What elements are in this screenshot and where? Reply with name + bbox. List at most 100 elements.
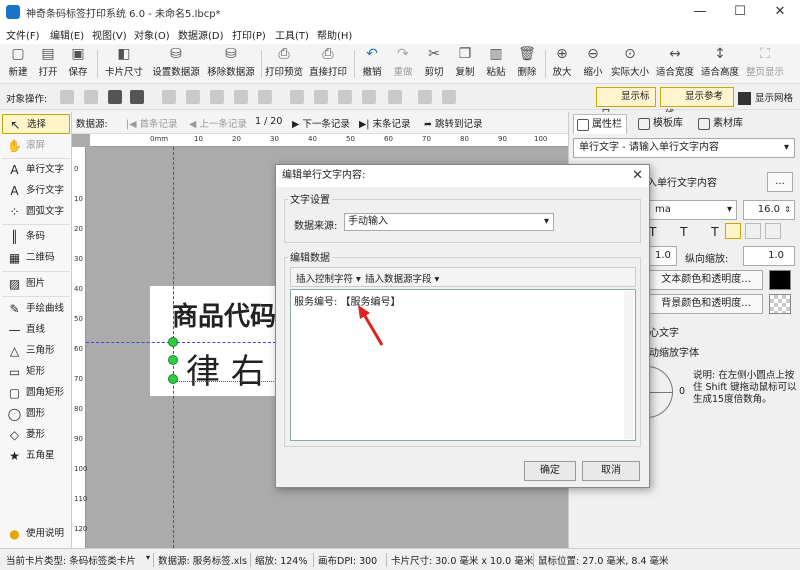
tool-line[interactable]: — 直线 (2, 320, 70, 340)
insert-control-char-button[interactable]: 插入控制字符 ▾ (296, 271, 361, 285)
layer-up-icon[interactable] (108, 90, 122, 104)
align-left-icon[interactable] (162, 90, 176, 104)
fit-height-button[interactable]: ↕ 适合高度 (699, 46, 741, 82)
menu-help[interactable]: 帮助(H) (317, 27, 352, 42)
minimize-button[interactable]: — (680, 0, 720, 24)
tool-triangle[interactable]: △ 三角形 (2, 341, 70, 361)
first-record-button[interactable]: |◀ 首条记录 (126, 116, 178, 130)
h-scale-input[interactable]: 1.0 (649, 246, 677, 266)
align-bottom-icon[interactable] (290, 90, 304, 104)
last-record-button[interactable]: ▶| 末条记录 (359, 116, 411, 130)
redo-button[interactable]: ↷ 重做 (389, 46, 417, 82)
paste-button[interactable]: ▥ 粘贴 (482, 46, 510, 82)
bg-color-swatch[interactable] (769, 294, 791, 314)
status-card-type[interactable]: 当前卡片类型: 条码标签类卡片 (6, 553, 136, 567)
font-size-input[interactable]: 16.0 ⇕ (743, 200, 795, 220)
tool-qrcode[interactable]: ▦ 二维码 (2, 248, 70, 268)
bring-front-icon[interactable] (60, 90, 74, 104)
dialog-close-button[interactable]: ✕ (632, 165, 643, 187)
direct-print-button[interactable]: ⎙ 直接打印 (307, 46, 349, 82)
text-color-swatch[interactable] (769, 270, 791, 290)
same-width-icon[interactable] (362, 90, 376, 104)
new-button[interactable]: ▢ 新建 (4, 46, 32, 82)
tool-rounded-rect[interactable]: ▢ 圆角矩形 (2, 383, 70, 403)
send-back-icon[interactable] (84, 90, 98, 104)
menu-file[interactable]: 文件(F) (6, 27, 40, 42)
guide-line-vertical[interactable] (173, 147, 174, 548)
text-style-icons[interactable]: T T T (649, 225, 729, 239)
actual-size-button[interactable]: ⊙ 实际大小 (609, 46, 651, 82)
tool-image[interactable]: ▨ 图片 (2, 274, 70, 294)
card-size-button[interactable]: ◧ 卡片尺寸 (101, 46, 147, 82)
tool-rectangle[interactable]: ▭ 矩形 (2, 362, 70, 382)
bg-color-button[interactable]: 背景颜色和透明度... (649, 294, 763, 314)
tool-circle[interactable]: ◯ 圆形 (2, 404, 70, 424)
hollow-text-checkbox[interactable]: 心文字 (649, 324, 679, 339)
tool-multi-line-text[interactable]: A 多行文字 (2, 181, 70, 201)
group-icon[interactable] (418, 90, 432, 104)
tool-pan[interactable]: ✋ 滚屏 (2, 136, 70, 156)
help-button[interactable]: ● 使用说明 (2, 524, 70, 544)
undo-button[interactable]: ↶ 撤销 (358, 46, 386, 82)
menu-view[interactable]: 视图(V) (92, 27, 127, 42)
same-height-icon[interactable] (388, 90, 402, 104)
remove-datasource-button[interactable]: ⛁ 移除数据源 (205, 46, 257, 82)
object-type-select[interactable]: 单行文字 - 请输入单行文字内容 ▾ (573, 138, 795, 158)
save-button[interactable]: ▣ 保存 (64, 46, 92, 82)
distribute-h-icon[interactable] (314, 90, 328, 104)
auto-scale-font-checkbox[interactable]: 动缩放字体 (649, 344, 699, 359)
content-textarea[interactable]: 服务编号: 【服务编号】 (290, 289, 636, 441)
copy-button[interactable]: ❐ 复制 (451, 46, 479, 82)
align-left-text-icon[interactable] (725, 223, 741, 239)
align-right-icon[interactable] (210, 90, 224, 104)
resize-handle-top[interactable] (168, 337, 178, 347)
align-middle-icon[interactable] (258, 90, 272, 104)
tool-single-line-text[interactable]: A 单行文字 (2, 160, 70, 180)
align-center-text-icon[interactable] (745, 223, 761, 239)
show-guides-toggle[interactable]: 显示参考线 (660, 87, 734, 120)
full-page-button[interactable]: ⛶ 整页显示 (744, 46, 786, 82)
resize-handle-middle[interactable] (168, 355, 178, 365)
label-text-selected[interactable]: 律 右 (186, 344, 265, 393)
tab-materials[interactable]: 素材库 (695, 114, 747, 134)
tab-templates[interactable]: 模板库 (635, 114, 687, 134)
maximize-button[interactable]: ☐ (720, 0, 760, 24)
resize-handle-bottom[interactable] (168, 374, 178, 384)
align-top-icon[interactable] (234, 90, 248, 104)
menu-object[interactable]: 对象(O) (134, 27, 170, 42)
zoom-in-button[interactable]: ⊕ 放大 (548, 46, 576, 82)
tool-arc-text[interactable]: ⁘ 圆弧文字 (2, 202, 70, 222)
v-scale-input[interactable]: 1.0 (743, 246, 795, 266)
menu-edit[interactable]: 编辑(E) (50, 27, 84, 42)
align-center-icon[interactable] (186, 90, 200, 104)
label-text-product-code[interactable]: 商品代码 (172, 296, 276, 333)
distribute-v-icon[interactable] (338, 90, 352, 104)
cancel-button[interactable]: 取消 (582, 461, 640, 481)
guide-line-horizontal[interactable] (86, 342, 276, 343)
set-datasource-button[interactable]: ⛁ 设置数据源 (150, 46, 202, 82)
insert-datasource-field-button[interactable]: 插入数据源字段 ▾ (365, 271, 439, 285)
close-window-button[interactable]: ✕ (760, 0, 800, 24)
edit-content-button[interactable]: ... (767, 172, 793, 192)
ungroup-icon[interactable] (442, 90, 456, 104)
menu-print[interactable]: 打印(P) (232, 27, 266, 42)
tool-diamond[interactable]: ◇ 菱形 (2, 425, 70, 445)
jump-to-record-button[interactable]: ➦ 跳转到记录 (424, 116, 483, 130)
tool-barcode[interactable]: ║ 条码 (2, 227, 70, 247)
cut-button[interactable]: ✂ 剪切 (420, 46, 448, 82)
menu-tools[interactable]: 工具(T) (275, 27, 309, 42)
delete-button[interactable]: 🗑 删除 (513, 46, 541, 82)
open-button[interactable]: ▤ 打开 (34, 46, 62, 82)
layer-down-icon[interactable] (130, 90, 144, 104)
show-ruler-toggle[interactable]: 显示标尺 (596, 87, 656, 120)
textarea-scrollbar[interactable] (624, 291, 634, 439)
source-select[interactable]: 手动输入 ▾ (344, 213, 554, 231)
ok-button[interactable]: 确定 (524, 461, 576, 481)
next-record-button[interactable]: ▶ 下一条记录 (292, 116, 350, 130)
tool-select[interactable]: ↖ 选择 (2, 114, 70, 134)
menu-datasource[interactable]: 数据源(D) (178, 27, 224, 42)
tab-properties[interactable]: 属性栏 (573, 114, 627, 134)
prev-record-button[interactable]: ◀ 上一条记录 (189, 116, 247, 130)
tool-freehand[interactable]: ✎ 手绘曲线 (2, 299, 70, 319)
align-right-text-icon[interactable] (765, 223, 781, 239)
